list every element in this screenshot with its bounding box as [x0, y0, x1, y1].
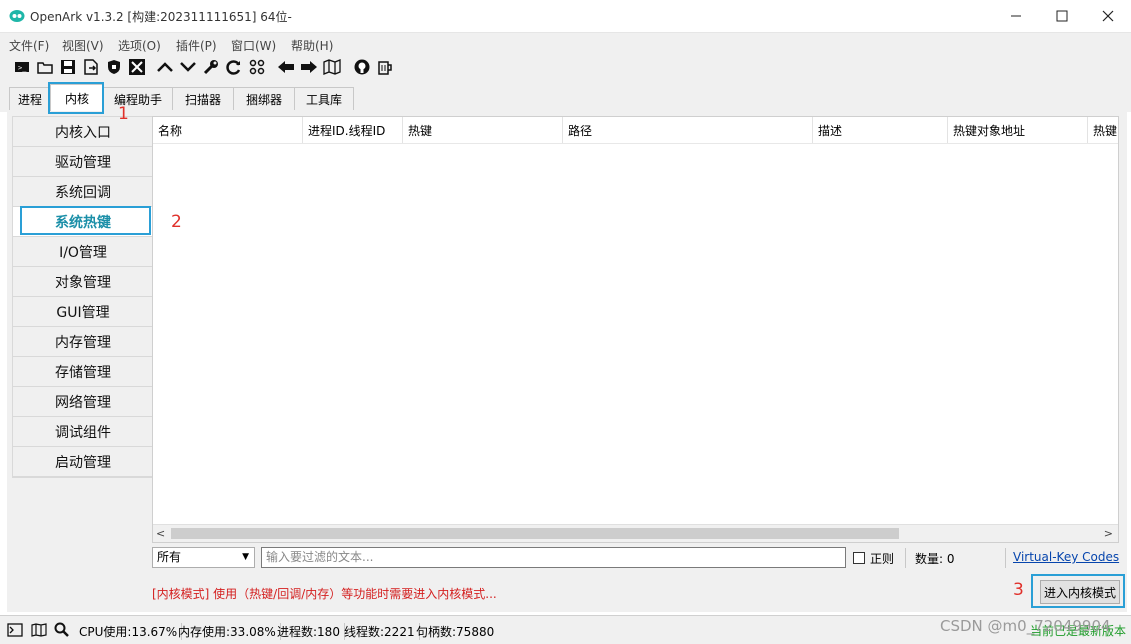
- map-icon[interactable]: [30, 621, 48, 639]
- annotation-3: 3: [1013, 580, 1024, 600]
- tab-bundler[interactable]: 捆绑器: [233, 87, 295, 110]
- tab-toolkit[interactable]: 工具库: [294, 87, 354, 110]
- scrollbar-thumb[interactable]: [171, 528, 899, 539]
- table-header: 名称 进程ID.线程ID 热键 路径 描述 热键对象地址 热键: [153, 117, 1118, 144]
- grid-icon[interactable]: [247, 57, 267, 77]
- column-header-hotkey-object-address[interactable]: 热键对象地址: [948, 117, 1088, 143]
- column-header-name[interactable]: 名称: [153, 117, 303, 143]
- divider: [1005, 548, 1006, 568]
- wrench-icon[interactable]: [201, 57, 221, 77]
- button-highlight-box: [1031, 574, 1125, 608]
- handle-count: 句柄数:75880: [416, 625, 495, 639]
- sidebar-item-storage-mgmt[interactable]: 存储管理: [13, 357, 153, 387]
- dropdown-arrow-icon: ▼: [242, 552, 249, 562]
- sidebar-item-network-mgmt[interactable]: 网络管理: [13, 387, 153, 417]
- close-window-button[interactable]: [1085, 0, 1131, 32]
- thread-count: 线程数:2221: [344, 623, 420, 640]
- column-header-pid-tid[interactable]: 进程ID.线程ID: [303, 117, 403, 143]
- filter-text-input[interactable]: 输入要过滤的文本...: [261, 547, 846, 568]
- cpu-usage: CPU使用:13.67%: [79, 623, 183, 640]
- beer-icon[interactable]: [375, 57, 395, 77]
- chevron-up-icon[interactable]: [155, 57, 175, 77]
- csdn-watermark: CSDN @m0_72049904: [940, 617, 1111, 635]
- terminal-icon[interactable]: [6, 621, 24, 639]
- divider: [905, 548, 906, 568]
- tab-coding-helper[interactable]: 编程助手: [103, 87, 173, 110]
- filter-scope-value: 所有: [157, 550, 182, 564]
- tab-scanner[interactable]: 扫描器: [172, 87, 234, 110]
- column-header-hotkey-2[interactable]: 热键: [1088, 117, 1118, 143]
- close-x-icon[interactable]: [127, 57, 147, 77]
- annotation-2: 2: [171, 212, 182, 232]
- sidebar-item-kernel-entry[interactable]: 内核入口: [13, 117, 153, 147]
- horizontal-scrollbar[interactable]: < >: [153, 524, 1118, 542]
- hotkey-table: 名称 进程ID.线程ID 热键 路径 描述 热键对象地址 热键 < >: [152, 116, 1119, 543]
- scroll-right-arrow-icon[interactable]: >: [1104, 527, 1113, 540]
- arrow-left-icon[interactable]: [276, 57, 296, 77]
- search-icon[interactable]: [53, 621, 71, 639]
- filter-scope-select[interactable]: 所有 ▼: [152, 547, 255, 568]
- sidebar-highlight-box: [20, 206, 151, 235]
- menu-bar: 文件(F) 视图(V) 选项(O) 插件(P) 窗口(W) 帮助(H): [0, 32, 1131, 55]
- column-header-hotkey[interactable]: 热键: [403, 117, 563, 143]
- regex-label: 正则: [870, 552, 895, 566]
- window-title: OpenArk v1.3.2 [构建:202311111651] 64位-: [30, 10, 292, 24]
- tab-highlight-box: [48, 82, 104, 114]
- sidebar-item-gui-mgmt[interactable]: GUI管理: [13, 297, 153, 327]
- item-count-label: 数量: 0: [915, 552, 955, 566]
- chevron-down-icon[interactable]: [178, 57, 198, 77]
- refresh-icon[interactable]: [224, 57, 244, 77]
- tab-bar: 进程 内核 编程助手 扫描器 捆绑器 工具库: [0, 80, 1131, 112]
- sidebar-item-memory-mgmt[interactable]: 内存管理: [13, 327, 153, 357]
- column-header-description[interactable]: 描述: [813, 117, 948, 143]
- maximize-button[interactable]: [1039, 0, 1085, 32]
- openark-logo-icon: [9, 8, 25, 24]
- toolbar: >_: [0, 54, 1131, 80]
- open-folder-icon[interactable]: [35, 57, 55, 77]
- sidebar-item-object-mgmt[interactable]: 对象管理: [13, 267, 153, 297]
- console-icon[interactable]: >_: [12, 57, 32, 77]
- process-count: 进程数:180: [277, 623, 345, 640]
- menu-options[interactable]: 选项(O): [118, 37, 161, 54]
- menu-view[interactable]: 视图(V): [62, 37, 104, 54]
- save-icon[interactable]: [58, 57, 78, 77]
- sidebar-item-system-callback[interactable]: 系统回调: [13, 177, 153, 207]
- tab-process[interactable]: 进程: [9, 87, 51, 110]
- svg-text:>_: >_: [18, 64, 27, 72]
- minimize-button[interactable]: [993, 0, 1039, 32]
- github-icon[interactable]: [352, 57, 372, 77]
- menu-window[interactable]: 窗口(W): [231, 37, 276, 54]
- kernel-mode-note: [内核模式] 使用（热键/回调/内存）等功能时需要进入内核模式...: [152, 587, 497, 601]
- annotation-1: 1: [118, 104, 129, 124]
- shield-icon[interactable]: [104, 57, 124, 77]
- sidebar-item-io-mgmt[interactable]: I/O管理: [13, 237, 153, 267]
- title-bar: OpenArk v1.3.2 [构建:202311111651] 64位-: [0, 0, 1131, 32]
- sidebar-item-startup-mgmt[interactable]: 启动管理: [13, 447, 153, 477]
- kernel-sidebar: 内核入口 驱动管理 系统回调 系统热键 I/O管理 对象管理 GUI管理 内存管…: [12, 116, 154, 478]
- sidebar-item-debug-component[interactable]: 调试组件: [13, 417, 153, 447]
- menu-help[interactable]: 帮助(H): [291, 37, 333, 54]
- sidebar-item-driver-mgmt[interactable]: 驱动管理: [13, 147, 153, 177]
- virtual-key-codes-link[interactable]: Virtual-Key Codes: [1013, 550, 1119, 564]
- arrow-right-icon[interactable]: [299, 57, 319, 77]
- map-icon[interactable]: [322, 57, 342, 77]
- menu-plugins[interactable]: 插件(P): [176, 37, 217, 54]
- regex-checkbox[interactable]: [853, 552, 865, 564]
- scroll-left-arrow-icon[interactable]: <: [156, 527, 165, 540]
- memory-usage: 内存使用:33.08%: [178, 623, 281, 640]
- menu-file[interactable]: 文件(F): [9, 37, 49, 54]
- export-icon[interactable]: [81, 57, 101, 77]
- column-header-path[interactable]: 路径: [563, 117, 813, 143]
